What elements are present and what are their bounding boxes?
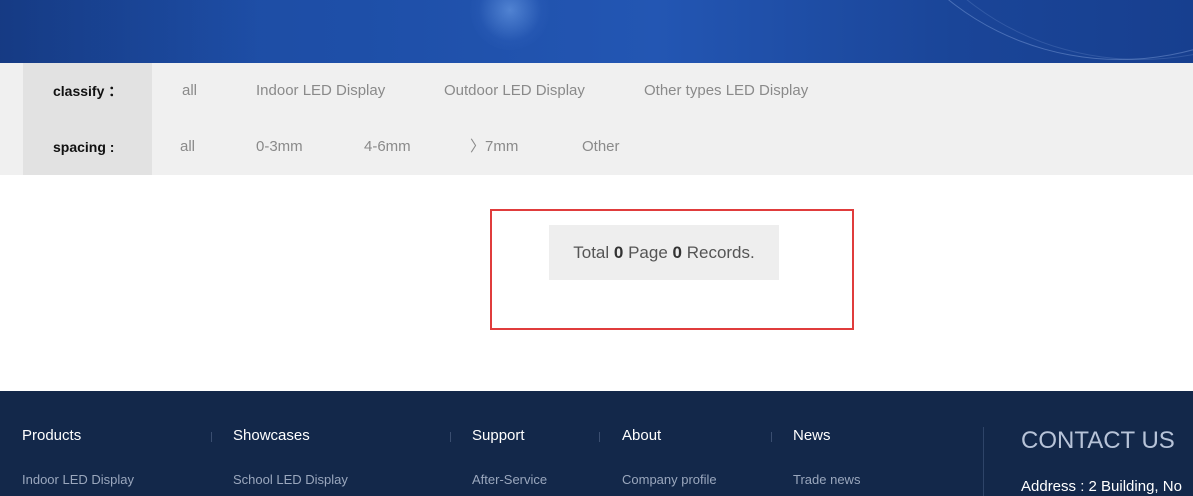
- filter-row-spacing: spacing : all 0-3mm 4-6mm 〉7mm Other: [0, 119, 1193, 175]
- filter-row-classify: classify ： all Indoor LED Display Outdoo…: [0, 63, 1193, 119]
- filter-label-spacing: spacing :: [23, 119, 152, 175]
- footer-title-support[interactable]: Support: [472, 427, 525, 444]
- footer-separator: [450, 432, 451, 442]
- footer-link-school-led[interactable]: School LED Display: [233, 472, 348, 487]
- filter-panel: classify ： all Indoor LED Display Outdoo…: [0, 63, 1193, 175]
- pager-suffix: Records.: [681, 243, 755, 262]
- filter-spacing-4-6mm[interactable]: 4-6mm: [364, 119, 411, 175]
- filter-label-classify: classify ：: [23, 63, 152, 119]
- footer-title-showcases[interactable]: Showcases: [233, 427, 310, 444]
- pager-prefix: Total: [573, 243, 614, 262]
- filter-spacing-7mm[interactable]: 〉7mm: [470, 119, 518, 175]
- top-banner: [0, 0, 1193, 63]
- filter-spacing-other[interactable]: Other: [582, 119, 620, 175]
- footer-link-company-profile[interactable]: Company profile: [622, 472, 717, 487]
- filter-spacing-0-3mm[interactable]: 0-3mm: [256, 119, 303, 175]
- footer-title-products[interactable]: Products: [22, 427, 81, 444]
- footer-title-about[interactable]: About: [622, 427, 661, 444]
- footer-link-trade-news[interactable]: Trade news: [793, 472, 860, 487]
- banner-globe-arc-inner: [880, 0, 1193, 60]
- footer-separator: [599, 432, 600, 442]
- pager-record-count: 0: [672, 243, 682, 262]
- footer-link-after-service[interactable]: After-Service: [472, 472, 547, 487]
- footer-title-news[interactable]: News: [793, 427, 831, 444]
- filter-classify-outdoor[interactable]: Outdoor LED Display: [444, 63, 585, 119]
- footer-contact-divider: [983, 427, 984, 496]
- filter-classify-other[interactable]: Other types LED Display: [644, 63, 808, 119]
- pagination-summary: Total 0 Page 0 Records.: [549, 225, 779, 280]
- filter-classify-indoor[interactable]: Indoor LED Display: [256, 63, 385, 119]
- footer-separator: [211, 432, 212, 442]
- pager-middle: Page: [623, 243, 673, 262]
- contact-address: Address : 2 Building, No: [1021, 478, 1182, 495]
- banner-glow: [470, 0, 550, 50]
- filter-classify-all[interactable]: all: [182, 63, 197, 119]
- footer-separator: [771, 432, 772, 442]
- filter-spacing-all[interactable]: all: [180, 119, 195, 175]
- contact-us-title: CONTACT US: [1021, 427, 1175, 454]
- banner-shade: [0, 0, 260, 63]
- footer-link-indoor-led[interactable]: Indoor LED Display: [22, 472, 134, 487]
- site-footer: Products Indoor LED Display Showcases Sc…: [0, 391, 1193, 496]
- pager-page-count: 0: [613, 243, 624, 262]
